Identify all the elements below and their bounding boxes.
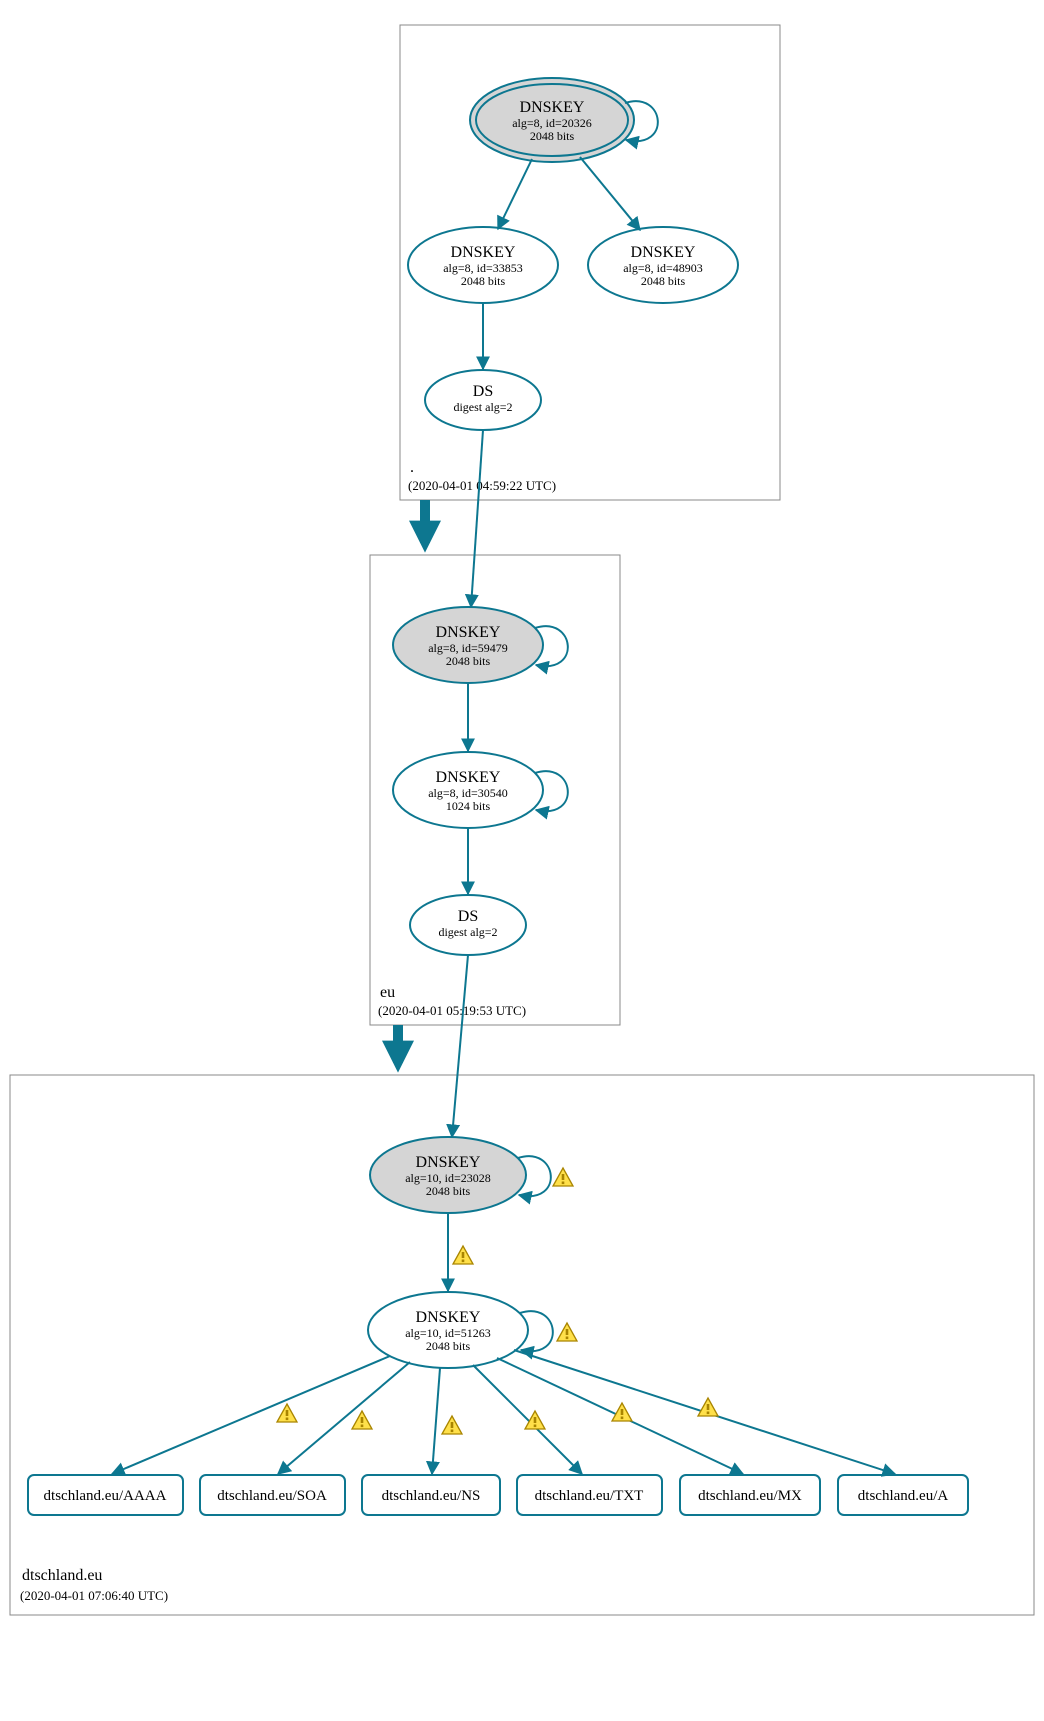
svg-text:DS: DS — [473, 383, 493, 400]
svg-text:alg=8, id=20326: alg=8, id=20326 — [512, 116, 592, 130]
zone-time-eu: (2020-04-01 05:19:53 UTC) — [378, 1003, 526, 1018]
warning-icon — [442, 1416, 462, 1434]
zone-time-domain: (2020-04-01 07:06:40 UTC) — [20, 1588, 168, 1603]
zone-time-root: (2020-04-01 04:59:22 UTC) — [408, 478, 556, 493]
warning-icon — [277, 1404, 297, 1422]
svg-text:dtschland.eu/TXT: dtschland.eu/TXT — [535, 1488, 644, 1504]
svg-text:dtschland.eu/SOA: dtschland.eu/SOA — [217, 1488, 327, 1504]
warning-icon — [553, 1168, 573, 1186]
svg-text:alg=8, id=33853: alg=8, id=33853 — [443, 261, 523, 275]
svg-text:alg=8, id=30540: alg=8, id=30540 — [428, 786, 508, 800]
edge-zsk-to-ns — [432, 1368, 440, 1474]
svg-text:digest alg=2: digest alg=2 — [453, 400, 512, 414]
svg-text:dtschland.eu/MX: dtschland.eu/MX — [698, 1488, 802, 1504]
svg-text:alg=8, id=48903: alg=8, id=48903 — [623, 261, 703, 275]
edge-zsk-to-soa — [278, 1362, 410, 1474]
svg-text:2048 bits: 2048 bits — [426, 1184, 471, 1198]
svg-text:1024 bits: 1024 bits — [446, 799, 491, 813]
node-eu-dnskey-ksk: DNSKEY alg=8, id=59479 2048 bits — [393, 607, 543, 683]
svg-text:alg=10, id=23028: alg=10, id=23028 — [405, 1171, 491, 1185]
svg-text:2048 bits: 2048 bits — [461, 274, 506, 288]
warning-icon — [698, 1398, 718, 1416]
svg-text:2048 bits: 2048 bits — [641, 274, 686, 288]
warning-icon — [612, 1403, 632, 1421]
svg-text:DNSKEY: DNSKEY — [631, 244, 696, 261]
svg-text:alg=8, id=59479: alg=8, id=59479 — [428, 641, 508, 655]
node-eu-dnskey-zsk: DNSKEY alg=8, id=30540 1024 bits — [393, 752, 543, 828]
svg-text:DS: DS — [458, 908, 478, 925]
dnssec-diagram: . (2020-04-01 04:59:22 UTC) DNSKEY alg=8… — [0, 0, 1044, 1721]
warning-icon — [453, 1246, 473, 1264]
zone-label-root: . — [410, 459, 414, 476]
svg-text:2048 bits: 2048 bits — [426, 1339, 471, 1353]
zone-label-domain: dtschland.eu — [22, 1567, 102, 1584]
warning-icon — [352, 1411, 372, 1429]
edge-eu-ds-to-domain-ksk — [452, 955, 468, 1137]
svg-text:DNSKEY: DNSKEY — [520, 99, 585, 116]
svg-text:2048 bits: 2048 bits — [530, 129, 575, 143]
svg-text:dtschland.eu/AAAA: dtschland.eu/AAAA — [44, 1488, 167, 1504]
edge-root-ds-to-eu-ksk — [471, 430, 483, 607]
node-root-ds: DS digest alg=2 — [425, 370, 541, 430]
svg-text:DNSKEY: DNSKEY — [416, 1309, 481, 1326]
svg-text:DNSKEY: DNSKEY — [436, 769, 501, 786]
svg-text:dtschland.eu/A: dtschland.eu/A — [858, 1488, 949, 1504]
edge-root-ksk-to-33853 — [498, 159, 532, 229]
rrset-boxes: dtschland.eu/AAAA dtschland.eu/SOA dtsch… — [28, 1475, 968, 1515]
svg-text:alg=10, id=51263: alg=10, id=51263 — [405, 1326, 491, 1340]
svg-text:2048 bits: 2048 bits — [446, 654, 491, 668]
svg-text:digest alg=2: digest alg=2 — [438, 925, 497, 939]
edge-zsk-to-txt — [473, 1365, 582, 1474]
zone-label-eu: eu — [380, 984, 395, 1001]
svg-text:DNSKEY: DNSKEY — [451, 244, 516, 261]
svg-text:dtschland.eu/NS: dtschland.eu/NS — [382, 1488, 481, 1504]
node-root-dnskey-33853: DNSKEY alg=8, id=33853 2048 bits — [408, 227, 558, 303]
svg-text:DNSKEY: DNSKEY — [436, 624, 501, 641]
node-eu-ds: DS digest alg=2 — [410, 895, 526, 955]
svg-text:DNSKEY: DNSKEY — [416, 1154, 481, 1171]
node-domain-dnskey-ksk: DNSKEY alg=10, id=23028 2048 bits — [370, 1137, 526, 1213]
node-root-dnskey-ksk: DNSKEY alg=8, id=20326 2048 bits — [470, 78, 634, 162]
edge-root-ksk-to-48903 — [580, 157, 640, 230]
node-domain-dnskey-zsk: DNSKEY alg=10, id=51263 2048 bits — [368, 1292, 528, 1368]
node-root-dnskey-48903: DNSKEY alg=8, id=48903 2048 bits — [588, 227, 738, 303]
warning-icon — [557, 1323, 577, 1341]
